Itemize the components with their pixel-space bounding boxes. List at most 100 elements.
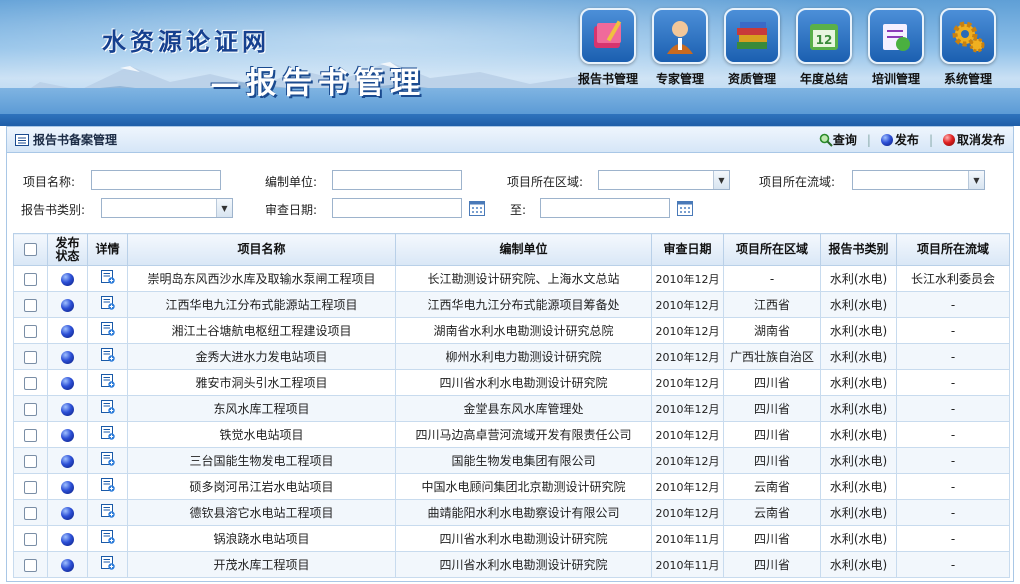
table-row[interactable]: 雅安市洞头引水工程项目 四川省水利水电勘测设计研究院 2010年12月 四川省 水利(水… (13, 369, 1010, 396)
search-button[interactable]: 查询 (819, 131, 857, 148)
detail-icon[interactable] (100, 322, 115, 339)
row-checkbox[interactable] (24, 558, 37, 572)
calendar-picker-icon[interactable] (677, 200, 693, 216)
review-date-cell: 2010年12月 (651, 421, 724, 448)
nav-item-annual[interactable]: 12 年度总结 (788, 8, 860, 94)
calendar-picker-icon[interactable] (469, 200, 485, 216)
published-status-icon (61, 298, 74, 312)
unpublish-button[interactable]: 取消发布 (942, 131, 1005, 148)
nav-item-qualification[interactable]: 资质管理 (716, 8, 788, 94)
region-select[interactable]: ▼ (598, 170, 730, 190)
review-date-to-input[interactable] (540, 198, 670, 218)
published-status-icon (61, 272, 74, 286)
compile-unit-input[interactable] (332, 170, 462, 190)
detail-cell[interactable] (87, 525, 128, 552)
row-select-cell[interactable] (13, 395, 48, 422)
report-type-cell: 水利(水电) (820, 447, 897, 474)
basin-cell: - (896, 291, 1010, 318)
detail-cell[interactable] (87, 473, 128, 500)
publish-status-cell (47, 473, 88, 500)
select-all-checkbox[interactable] (24, 243, 37, 256)
table-header-row: 发布 状态 详情 项目名称 编制单位 审查日期 项目所在区域 报告书类别 项目所在… (13, 233, 1010, 266)
nav-item-expert[interactable]: 专家管理 (644, 8, 716, 94)
list-icon (15, 133, 29, 146)
row-checkbox[interactable] (24, 454, 37, 468)
detail-cell[interactable] (87, 447, 128, 474)
review-date-cell: 2010年12月 (651, 369, 724, 396)
row-select-cell[interactable] (13, 343, 48, 370)
review-date-from-input[interactable] (332, 198, 462, 218)
detail-cell[interactable] (87, 317, 128, 344)
project-name-cell: 三台国能生物发电工程项目 (127, 447, 396, 474)
detail-cell[interactable] (87, 421, 128, 448)
basin-select[interactable]: ▼ (852, 170, 985, 190)
row-select-cell[interactable] (13, 369, 48, 396)
table-row[interactable]: 江西华电九江分布式能源站工程项目 江西华电九江分布式能源项目筹备处 2010年12月… (13, 291, 1010, 318)
row-checkbox[interactable] (24, 506, 37, 520)
nav-item-report[interactable]: 报告书管理 (572, 8, 644, 94)
row-checkbox[interactable] (24, 402, 37, 416)
detail-cell[interactable] (87, 551, 128, 578)
publish-button[interactable]: 发布 (880, 131, 919, 148)
detail-cell[interactable] (87, 291, 128, 318)
row-checkbox[interactable] (24, 272, 37, 286)
report-type-select[interactable]: ▼ (101, 198, 233, 218)
detail-cell[interactable] (87, 395, 128, 422)
detail-icon[interactable] (100, 530, 115, 547)
row-checkbox[interactable] (24, 298, 37, 312)
review-date-cell: 2010年12月 (651, 317, 724, 344)
report-book-icon (580, 8, 636, 64)
publish-status-cell (47, 499, 88, 526)
nav-item-training[interactable]: 培训管理 (860, 8, 932, 94)
table-row[interactable]: 开茂水库工程项目 四川省水利水电勘测设计研究院 2010年11月 四川省 水利(水电) - (13, 551, 1010, 578)
table-row[interactable]: 铁觉水电站项目 四川马边高卓营河流域开发有限责任公司 2010年12月 四川省 水利(水… (13, 421, 1010, 448)
row-checkbox[interactable] (24, 532, 37, 546)
detail-cell[interactable] (87, 343, 128, 370)
detail-icon[interactable] (100, 348, 115, 365)
row-select-cell[interactable] (13, 499, 48, 526)
detail-icon[interactable] (100, 270, 115, 287)
detail-icon[interactable] (100, 296, 115, 313)
detail-icon[interactable] (100, 556, 115, 573)
row-select-cell[interactable] (13, 265, 48, 292)
row-select-cell[interactable] (13, 291, 48, 318)
row-checkbox[interactable] (24, 324, 37, 338)
row-select-cell[interactable] (13, 447, 48, 474)
detail-icon[interactable] (100, 478, 115, 495)
table-row[interactable]: 锅浪跷水电站项目 四川省水利水电勘测设计研究院 2010年11月 四川省 水利(水电) - (13, 525, 1010, 552)
nav-item-system[interactable]: 系统管理 (932, 8, 1004, 94)
detail-icon[interactable] (100, 426, 115, 443)
table-row[interactable]: 三台国能生物发电工程项目 国能生物发电集团有限公司 2010年12月 四川省 水利(水电… (13, 447, 1010, 474)
project-name-input[interactable] (91, 170, 221, 190)
row-checkbox[interactable] (24, 376, 37, 390)
publish-status-cell (47, 421, 88, 448)
row-checkbox[interactable] (24, 350, 37, 364)
detail-icon[interactable] (100, 452, 115, 469)
publish-status-cell (47, 551, 88, 578)
basin-cell: - (896, 473, 1010, 500)
detail-cell[interactable] (87, 369, 128, 396)
row-select-cell[interactable] (13, 421, 48, 448)
report-type-cell: 水利(水电) (820, 343, 897, 370)
report-type-cell: 水利(水电) (820, 291, 897, 318)
row-select-cell[interactable] (13, 473, 48, 500)
row-select-cell[interactable] (13, 525, 48, 552)
table-row[interactable]: 湘江土谷塘航电枢纽工程建设项目 湖南省水利水电勘测设计研究总院 2010年12月 湖南… (13, 317, 1010, 344)
detail-cell[interactable] (87, 499, 128, 526)
row-select-cell[interactable] (13, 317, 48, 344)
detail-icon[interactable] (100, 374, 115, 391)
table-row[interactable]: 崇明岛东风西沙水库及取输水泵闸工程项目 长江勘测设计研究院、上海水文总站 2010年… (13, 265, 1010, 292)
detail-icon[interactable] (100, 400, 115, 417)
detail-cell[interactable] (87, 265, 128, 292)
table-row[interactable]: 硕多岗河吊江岩水电站项目 中国水电顾问集团北京勘测设计研究院 2010年12月 云南省… (13, 473, 1010, 500)
detail-icon[interactable] (100, 504, 115, 521)
published-status-icon (61, 324, 74, 338)
row-select-cell[interactable] (13, 551, 48, 578)
select-all-header[interactable] (13, 233, 48, 266)
row-checkbox[interactable] (24, 480, 37, 494)
table-row[interactable]: 东风水库工程项目 金堂县东风水库管理处 2010年12月 四川省 水利(水电) - (13, 395, 1010, 422)
table-row[interactable]: 金秀大进水力发电站项目 柳州水利电力勘测设计研究院 2010年12月 广西壮族自治区水… (13, 343, 1010, 370)
project-name-cell: 锅浪跷水电站项目 (127, 525, 396, 552)
table-row[interactable]: 德钦县溶它水电站工程项目 曲靖能阳水利水电勘察设计有限公司 2010年12月 云南省水… (13, 499, 1010, 526)
row-checkbox[interactable] (24, 428, 37, 442)
